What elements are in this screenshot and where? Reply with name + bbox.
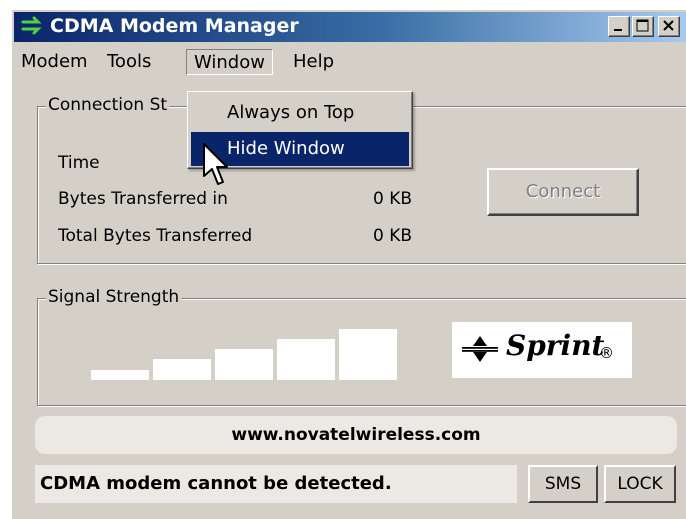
menu-item-always-on-top[interactable]: Always on Top — [191, 96, 409, 130]
maximize-icon — [636, 19, 649, 32]
menu-bar: Modem Tools Window Help — [12, 46, 686, 78]
bytes-in-value: 0 KB — [372, 189, 412, 209]
sprint-registered-mark: ® — [599, 344, 614, 362]
maximize-button[interactable] — [632, 16, 654, 37]
minimize-button[interactable] — [608, 16, 630, 37]
menu-help[interactable]: Help — [286, 49, 341, 75]
window-title: CDMA Modem Manager — [50, 15, 299, 37]
close-icon — [663, 20, 674, 31]
signal-bar-3 — [215, 349, 273, 380]
signal-bar-1 — [91, 370, 149, 380]
connect-button[interactable]: Connect — [487, 168, 639, 216]
arrow-icon — [21, 16, 42, 35]
signal-bar-4 — [277, 339, 335, 380]
menu-tools[interactable]: Tools — [100, 49, 158, 75]
signal-bar-2 — [153, 359, 211, 380]
close-button[interactable] — [658, 16, 680, 37]
website-link[interactable]: www.novatelwireless.com — [35, 416, 677, 454]
signal-bar-5 — [339, 329, 397, 380]
status-message: CDMA modem cannot be detected. — [35, 465, 517, 503]
menu-window[interactable]: Window — [186, 49, 273, 75]
total-bytes-label: Total Bytes Transferred — [58, 226, 253, 246]
sprint-logo-text: Sprint — [506, 329, 605, 362]
bytes-in-label: Bytes Transferred in — [58, 189, 228, 209]
sprint-logo: Sprint ® — [452, 322, 632, 378]
menu-modem[interactable]: Modem — [14, 49, 95, 75]
connection-status-legend: Connection St — [46, 95, 170, 115]
lock-button[interactable]: LOCK — [604, 465, 676, 503]
signal-strength-legend: Signal Strength — [46, 287, 182, 307]
title-bar[interactable]: CDMA Modem Manager — [14, 12, 686, 42]
sms-button[interactable]: SMS — [528, 465, 598, 503]
sprint-diamond-icon — [462, 336, 498, 362]
mouse-cursor-icon — [203, 143, 228, 185]
minimize-icon — [614, 29, 622, 31]
total-bytes-value: 0 KB — [372, 226, 412, 246]
time-label: Time — [58, 153, 100, 173]
app-window: CDMA Modem Manager Modem Tools Window He… — [10, 8, 686, 519]
